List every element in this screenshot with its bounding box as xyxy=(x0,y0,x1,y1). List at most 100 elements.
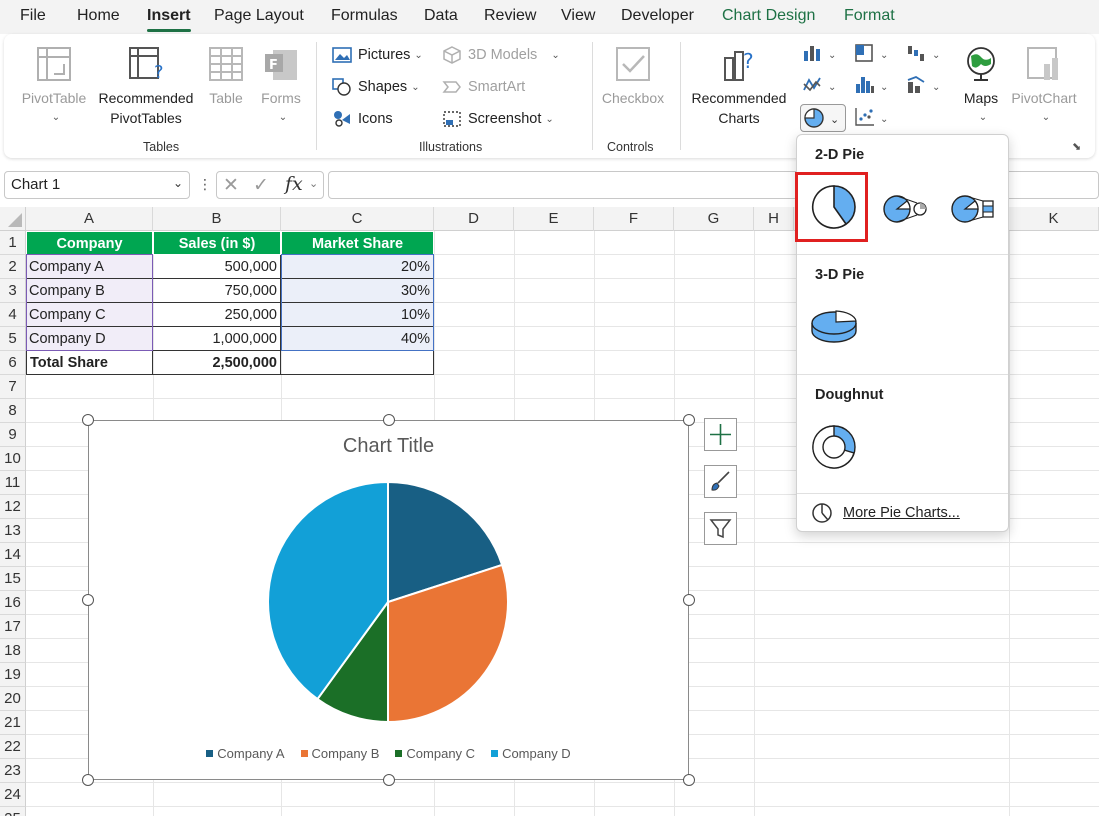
cell-total-sales[interactable]: 2,500,000 xyxy=(153,351,281,375)
icons-button[interactable]: Icons xyxy=(332,110,393,128)
column-header-d[interactable]: D xyxy=(434,207,514,231)
recommended-pivottables-button[interactable]: ? Recommended PivotTables xyxy=(94,44,198,128)
legend-item[interactable]: Company D xyxy=(491,746,571,761)
pivot-chart-button[interactable]: PivotChart ⌄ xyxy=(1006,44,1082,128)
resize-handle-right[interactable] xyxy=(683,594,695,606)
cell-sales[interactable]: 500,000 xyxy=(153,255,281,279)
tab-developer[interactable]: Developer xyxy=(621,7,694,25)
row-header[interactable]: 19 xyxy=(0,663,26,687)
cell-total-share[interactable] xyxy=(281,351,434,375)
legend-item[interactable]: Company C xyxy=(395,746,475,761)
cell-total-label[interactable]: Total Share xyxy=(26,351,153,375)
combo-chart-button[interactable]: ⌄ xyxy=(906,74,940,94)
column-header-f[interactable]: F xyxy=(594,207,674,231)
column-header-e[interactable]: E xyxy=(514,207,594,231)
chart-filters-button[interactable] xyxy=(704,512,737,545)
line-chart-button[interactable]: ⌄ xyxy=(802,74,836,94)
row-header[interactable]: 9 xyxy=(0,423,26,447)
tab-format[interactable]: Format xyxy=(844,7,895,25)
tab-review[interactable]: Review xyxy=(484,7,536,25)
chart-area[interactable]: Chart Title Company A Company B Company CC… xyxy=(88,420,689,780)
row-header[interactable]: 23 xyxy=(0,759,26,783)
row-header[interactable]: 13 xyxy=(0,519,26,543)
shapes-button[interactable]: Shapes ⌄ xyxy=(332,78,420,96)
row-header[interactable]: 4 xyxy=(0,303,26,327)
tab-home[interactable]: Home xyxy=(77,7,120,25)
pictures-button[interactable]: Pictures ⌄ xyxy=(332,46,423,64)
pie-3d-option[interactable] xyxy=(801,297,867,357)
row-header[interactable]: 16 xyxy=(0,591,26,615)
tab-data[interactable]: Data xyxy=(424,7,458,25)
tab-file[interactable]: File xyxy=(20,7,46,25)
row-header[interactable]: 2 xyxy=(0,255,26,279)
resize-handle-top-right[interactable] xyxy=(683,414,695,426)
row-header[interactable]: 7 xyxy=(0,375,26,399)
resize-handle-bottom-left[interactable] xyxy=(82,774,94,786)
row-header[interactable]: 1 xyxy=(0,231,26,255)
header-cell-sales[interactable]: Sales (in $) xyxy=(153,231,281,255)
row-header[interactable]: 20 xyxy=(0,687,26,711)
row-header[interactable]: 5 xyxy=(0,327,26,351)
screenshot-button[interactable]: Screenshot ⌄ xyxy=(442,110,554,128)
select-all-corner[interactable] xyxy=(0,207,26,231)
waterfall-chart-button[interactable]: ⌄ xyxy=(906,42,940,62)
row-header[interactable]: 24 xyxy=(0,783,26,807)
row-header[interactable]: 10 xyxy=(0,447,26,471)
more-options-icon[interactable]: ⋮ xyxy=(198,176,212,193)
resize-handle-top-left[interactable] xyxy=(82,414,94,426)
scatter-chart-button[interactable]: ⌄ xyxy=(854,106,888,126)
bar-of-pie-option[interactable] xyxy=(941,177,1007,237)
more-pie-charts-link[interactable]: More Pie Charts... xyxy=(811,502,960,524)
column-header-c[interactable]: C xyxy=(281,207,434,231)
forms-button[interactable]: F Forms ⌄ xyxy=(258,44,304,128)
doughnut-option[interactable] xyxy=(801,417,867,477)
chart-elements-button[interactable] xyxy=(704,418,737,451)
resize-handle-left[interactable] xyxy=(82,594,94,606)
resize-handle-bottom[interactable] xyxy=(383,774,395,786)
pie-of-pie-option[interactable] xyxy=(873,177,939,237)
statistic-chart-button[interactable]: ⌄ xyxy=(854,74,888,94)
cell-sales[interactable]: 1,000,000 xyxy=(153,327,281,351)
dialog-launcher-icon[interactable]: ⬊ xyxy=(1072,140,1081,153)
hierarchy-chart-button[interactable]: ⌄ xyxy=(854,42,888,62)
row-header[interactable]: 11 xyxy=(0,471,26,495)
chart-styles-button[interactable] xyxy=(704,465,737,498)
column-chart-button[interactable]: ⌄ xyxy=(802,42,836,62)
resize-handle-top[interactable] xyxy=(383,414,395,426)
tab-insert[interactable]: Insert xyxy=(147,7,191,32)
row-header[interactable]: 14 xyxy=(0,543,26,567)
enter-icon[interactable]: ✓ xyxy=(253,174,269,197)
row-header[interactable]: 22 xyxy=(0,735,26,759)
tab-formulas[interactable]: Formulas xyxy=(331,7,398,25)
row-header[interactable]: 8 xyxy=(0,399,26,423)
tab-view[interactable]: View xyxy=(561,7,595,25)
tab-chart-design[interactable]: Chart Design xyxy=(722,7,815,25)
column-header-h[interactable]: H xyxy=(754,207,794,231)
row-header[interactable]: 15 xyxy=(0,567,26,591)
column-header-b[interactable]: B xyxy=(153,207,281,231)
pie-2d-option[interactable] xyxy=(801,177,867,237)
row-header[interactable]: 18 xyxy=(0,639,26,663)
header-cell-company[interactable]: Company xyxy=(26,231,153,255)
header-cell-market-share[interactable]: Market Share xyxy=(281,231,434,255)
cell-sales[interactable]: 750,000 xyxy=(153,279,281,303)
pivot-table-button[interactable]: PivotTable ⌄ xyxy=(18,44,90,128)
tab-page-layout[interactable]: Page Layout xyxy=(214,7,304,25)
legend-item[interactable]: Company B xyxy=(300,746,379,761)
row-header[interactable]: 12 xyxy=(0,495,26,519)
legend-item[interactable]: Company A xyxy=(206,746,285,761)
maps-button[interactable]: Maps ⌄ xyxy=(958,44,1004,128)
chart-title[interactable]: Chart Title xyxy=(89,435,688,458)
column-header-a[interactable]: A xyxy=(26,207,153,231)
table-button[interactable]: Table xyxy=(204,44,248,108)
resize-handle-bottom-right[interactable] xyxy=(683,774,695,786)
smartart-button[interactable]: SmartArt xyxy=(442,78,525,96)
chart-legend[interactable]: Company A Company B Company C Company D xyxy=(89,746,688,761)
row-header[interactable]: 6 xyxy=(0,351,26,375)
column-header-g[interactable]: G xyxy=(674,207,754,231)
row-header[interactable]: 21 xyxy=(0,711,26,735)
recommended-charts-button[interactable]: ? Recommended Charts xyxy=(688,44,790,128)
3d-models-button[interactable]: 3D Models ⌄ xyxy=(442,46,560,64)
row-header[interactable]: 3 xyxy=(0,279,26,303)
name-box[interactable]: Chart 1 ⌄ xyxy=(4,171,190,199)
